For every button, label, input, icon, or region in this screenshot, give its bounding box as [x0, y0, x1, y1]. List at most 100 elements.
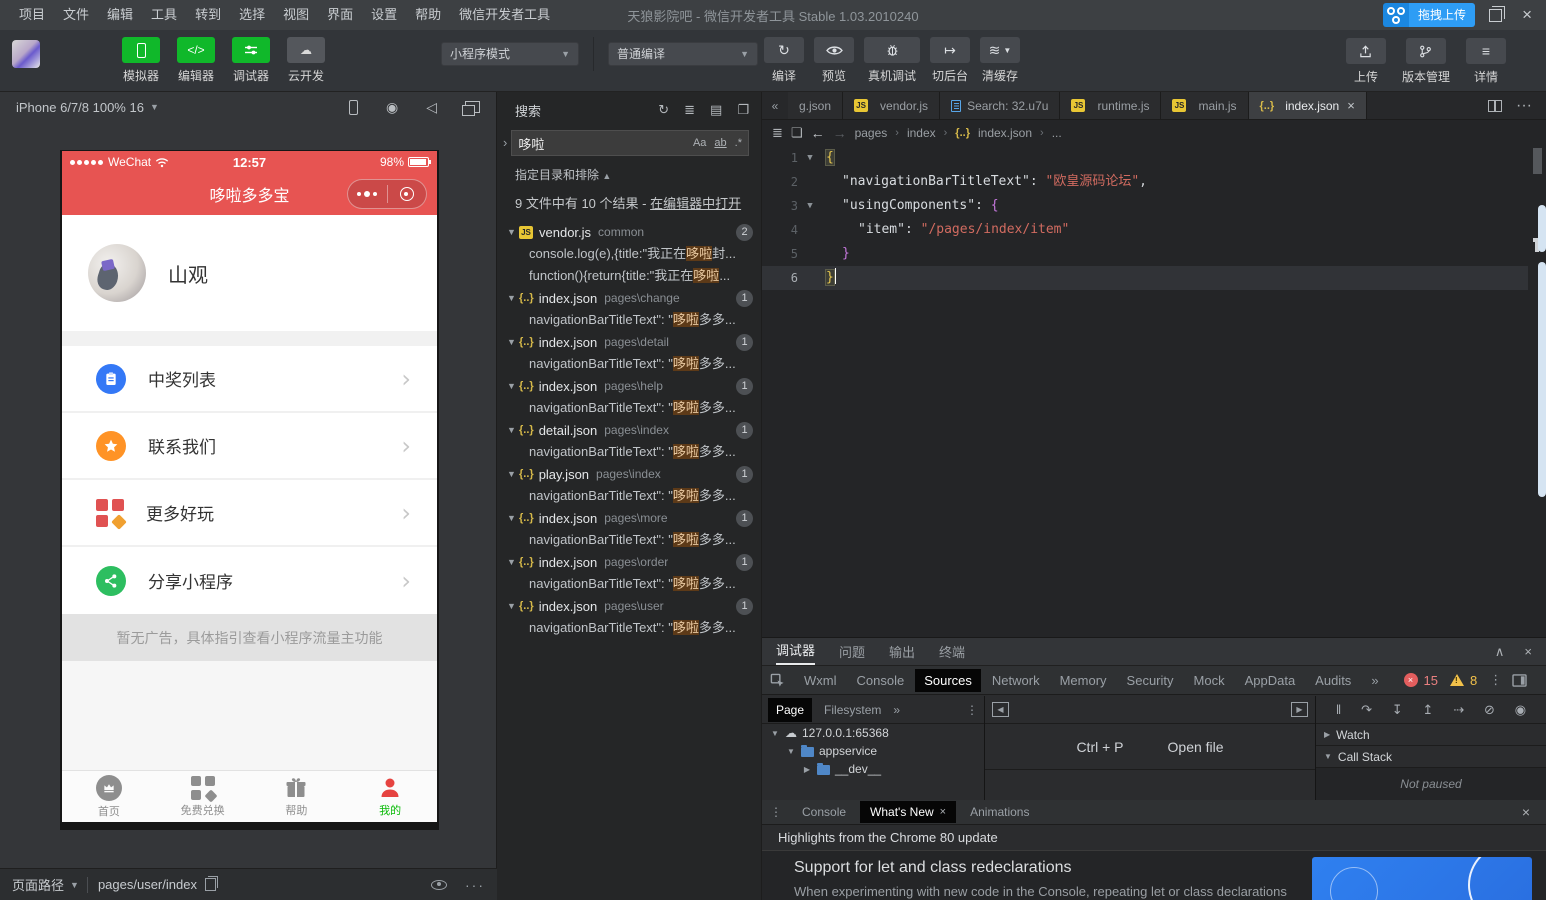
open-in-editor-link[interactable]: 在编辑器中打开	[650, 196, 741, 211]
editor-toggle-button[interactable]: </> 编辑器	[173, 37, 219, 84]
window-close-button[interactable]: ×	[1516, 5, 1538, 25]
error-icon[interactable]: ×	[1404, 673, 1418, 687]
menu-item-prize-list[interactable]: 中奖列表 ›	[62, 346, 437, 413]
devtools-tab-memory[interactable]: Memory	[1051, 669, 1116, 692]
devtools-tab-appdata[interactable]: AppData	[1236, 669, 1305, 692]
tree-item-dev[interactable]: ▶ __dev__	[762, 760, 984, 778]
tab-help[interactable]: 帮助	[250, 771, 344, 822]
menu-project[interactable]: 项目	[10, 0, 54, 30]
editor-tab-runtimejs[interactable]: JSruntime.js	[1060, 92, 1161, 119]
warning-icon[interactable]	[1450, 674, 1464, 686]
remote-debug-button[interactable]: 真机调试	[864, 37, 920, 84]
tab-free-exchange[interactable]: 免费兑换	[156, 771, 250, 822]
exit-button[interactable]	[388, 187, 427, 201]
result-file[interactable]: ▼ {..} index.json pages\order 1	[497, 551, 761, 573]
result-match[interactable]: navigationBarTitleText": "哆啦多多...	[497, 529, 761, 551]
result-match[interactable]: navigationBarTitleText": "哆啦多多...	[497, 573, 761, 595]
outline-icon[interactable]: ≣	[772, 125, 783, 141]
menu-item-contact-us[interactable]: 联系我们 ›	[62, 413, 437, 480]
sources-tab-overflow[interactable]: »	[893, 703, 900, 717]
page-path-label[interactable]: 页面路径	[12, 875, 64, 894]
devtools-tab-network[interactable]: Network	[983, 669, 1049, 692]
result-file[interactable]: ▼ {..} play.json pages\index 1	[497, 463, 761, 485]
search-input[interactable]: 哆啦 Aa ab .*	[511, 130, 749, 156]
fold-chevron-icon[interactable]: ▼	[798, 146, 822, 170]
editor-tab-search[interactable]: Search: 32.u7u	[940, 92, 1060, 119]
collapse-left-pane-icon[interactable]: ◀	[992, 702, 1009, 717]
panel-tab-debugger[interactable]: 调试器	[776, 638, 815, 665]
sources-tab-page[interactable]: Page	[768, 698, 812, 722]
menu-devtools[interactable]: 微信开发者工具	[450, 0, 559, 30]
nav-back-icon[interactable]: ←	[811, 125, 825, 141]
drawer-kebab-icon[interactable]: ⋮	[770, 805, 782, 819]
inspect-icon[interactable]	[770, 673, 785, 688]
step-out-icon[interactable]: ↥	[1423, 702, 1434, 718]
menu-help[interactable]: 帮助	[406, 0, 450, 30]
search-query[interactable]: 哆啦	[518, 134, 693, 153]
tab-home[interactable]: 首页	[62, 771, 156, 822]
clear-cache-button[interactable]: ≋▼ 清缓存	[980, 37, 1020, 84]
compile-mode-select[interactable]: 普通编译▼	[608, 42, 758, 66]
details-button[interactable]: ≡ 详情	[1466, 38, 1506, 85]
step-icon[interactable]: ⇢	[1453, 702, 1464, 718]
float-window-icon[interactable]	[465, 101, 480, 113]
menu-item-share[interactable]: 分享小程序 ›	[62, 547, 437, 614]
menu-file[interactable]: 文件	[54, 0, 98, 30]
editor-more-icon[interactable]: ···	[1516, 97, 1532, 115]
regex-toggle[interactable]: .*	[735, 137, 742, 149]
open-file-label[interactable]: Open file	[1168, 739, 1224, 755]
mode-select[interactable]: 小程序模式▼	[441, 42, 579, 66]
menu-edit[interactable]: 编辑	[98, 0, 142, 30]
result-match[interactable]: navigationBarTitleText": "哆啦多多...	[497, 397, 761, 419]
editor-tab-vendorjs[interactable]: JSvendor.js	[843, 92, 940, 119]
sources-tab-filesystem[interactable]: Filesystem	[816, 698, 889, 722]
match-case-toggle[interactable]: Aa	[693, 137, 706, 149]
code-area[interactable]: 1 ▼ { 2 "navigationBarTitleText": "欧皇源码论…	[762, 146, 1528, 637]
device-selector[interactable]: iPhone 6/7/8 100% 16	[16, 100, 144, 115]
tree-item-host[interactable]: ▼ ☁ 127.0.0.1:65368	[762, 724, 984, 742]
result-file[interactable]: ▼ {..} detail.json pages\index 1	[497, 419, 761, 441]
result-match[interactable]: navigationBarTitleText": "哆啦多多...	[497, 485, 761, 507]
collapse-right-pane-icon[interactable]: ▶	[1291, 702, 1308, 717]
close-drawer-icon[interactable]: ×	[1522, 804, 1538, 820]
error-count[interactable]: 15	[1424, 673, 1438, 688]
step-into-icon[interactable]: ↧	[1392, 702, 1403, 718]
whole-word-toggle[interactable]: ab	[714, 137, 726, 149]
menu-settings[interactable]: 设置	[362, 0, 406, 30]
step-over-icon[interactable]: ↷	[1361, 702, 1372, 718]
rotate-device-icon[interactable]	[349, 100, 358, 115]
breadcrumb-item[interactable]: index	[907, 126, 936, 140]
result-file[interactable]: ▼ {..} index.json pages\detail 1	[497, 331, 761, 353]
version-control-button[interactable]: 版本管理	[1402, 38, 1450, 85]
collapse-panel-icon[interactable]: ∧	[1495, 644, 1505, 660]
devtools-tab-console[interactable]: Console	[848, 669, 914, 692]
result-match[interactable]: navigationBarTitleText": "哆啦多多...	[497, 617, 761, 639]
panel-tab-terminal[interactable]: 终端	[939, 642, 965, 661]
devtools-tab-sources[interactable]: Sources	[915, 669, 981, 692]
close-tab-icon[interactable]: ×	[1347, 98, 1355, 113]
tab-mine[interactable]: 我的	[343, 771, 437, 822]
debugger-toggle-button[interactable]: 调试器	[228, 37, 274, 84]
watch-section[interactable]: ▶ Watch	[1316, 724, 1546, 746]
result-file[interactable]: ▼ {..} index.json pages\help 1	[497, 375, 761, 397]
editor-tab-indexjson[interactable]: {..}index.json ×	[1249, 92, 1367, 119]
collapse-all-icon[interactable]: ❐	[737, 102, 749, 118]
menu-interface[interactable]: 界面	[318, 0, 362, 30]
switch-background-button[interactable]: ↦ 切后台	[930, 37, 970, 84]
breadcrumb-item[interactable]: ...	[1052, 126, 1062, 140]
result-file[interactable]: ▼ {..} index.json pages\user 1	[497, 595, 761, 617]
simulator-toggle-button[interactable]: 模拟器	[118, 37, 164, 84]
user-avatar[interactable]	[88, 244, 146, 302]
window-restore-button[interactable]	[1489, 9, 1502, 22]
devtools-kebab-icon[interactable]: ⋮	[1489, 672, 1502, 688]
preview-button[interactable]: 预览	[814, 37, 854, 84]
record-icon[interactable]: ◉	[386, 99, 398, 116]
more-menu-button[interactable]	[348, 191, 387, 197]
deactivate-breakpoints-icon[interactable]: ⊘	[1484, 702, 1495, 718]
devtools-tab-security[interactable]: Security	[1118, 669, 1183, 692]
scrollbar-thumb[interactable]	[1533, 148, 1542, 174]
panel-tab-output[interactable]: 输出	[889, 642, 915, 661]
menu-goto[interactable]: 转到	[186, 0, 230, 30]
copy-icon[interactable]	[205, 878, 216, 891]
cloud-dev-button[interactable]: ☁ 云开发	[283, 37, 329, 84]
